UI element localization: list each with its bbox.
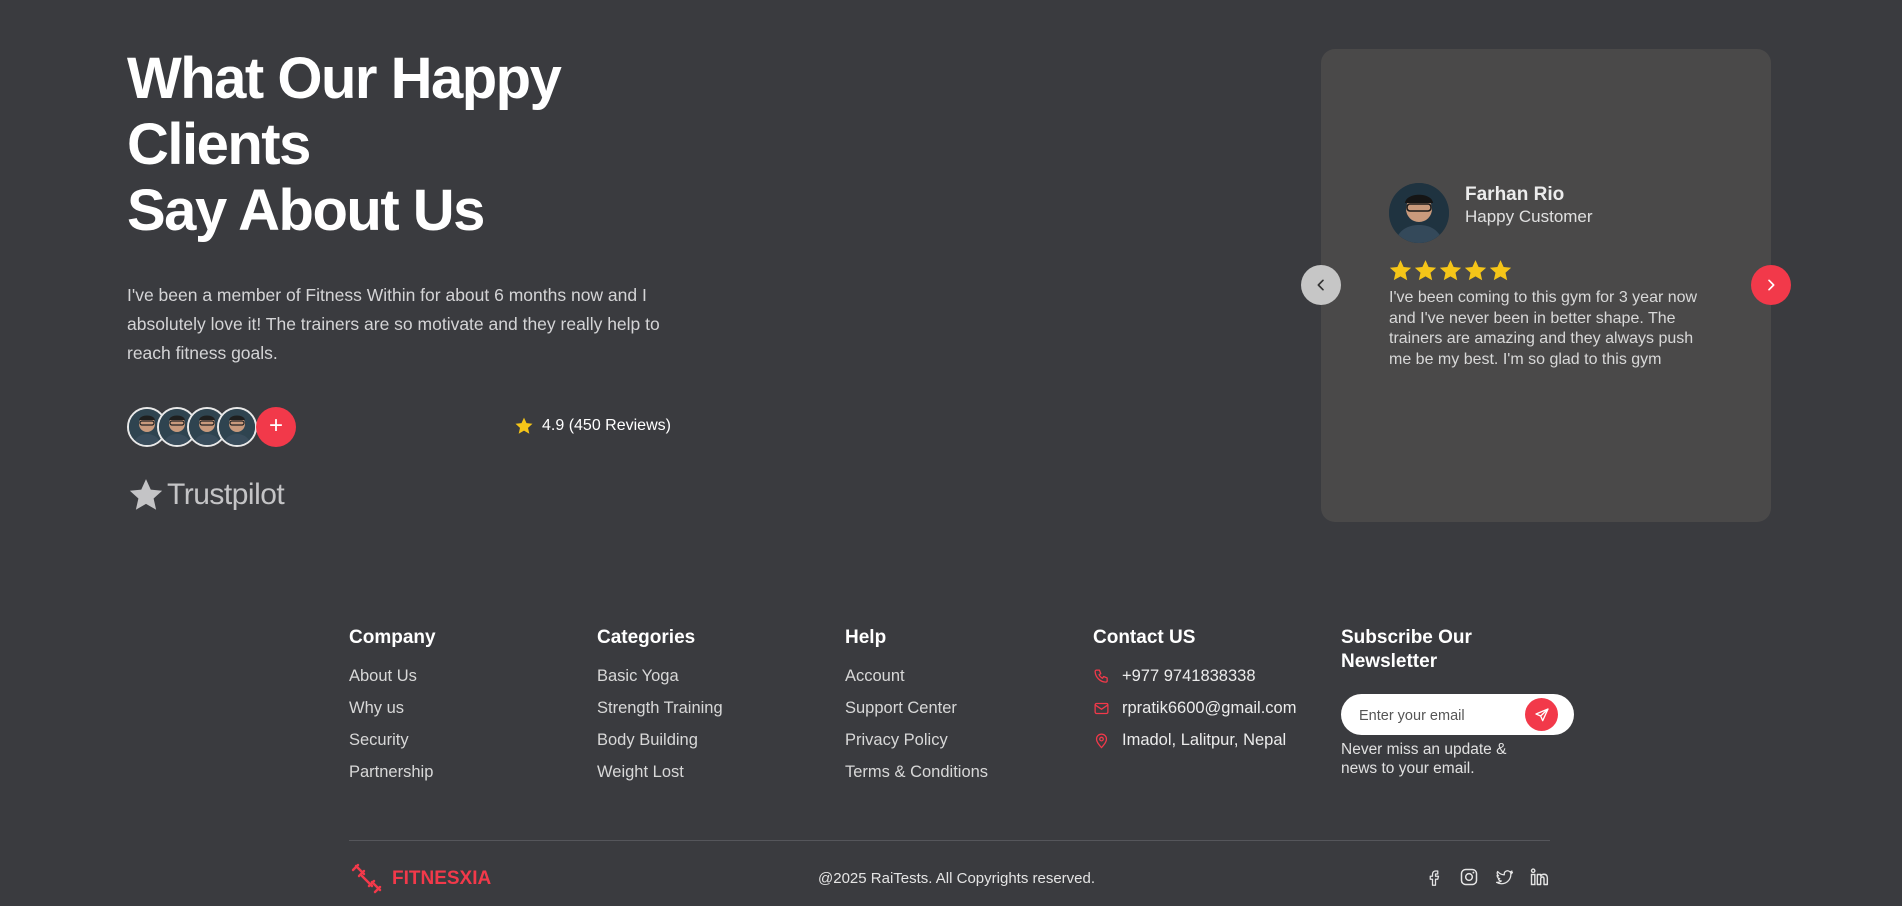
footer-link[interactable]: Privacy Policy <box>845 724 988 756</box>
send-icon <box>1534 707 1549 721</box>
help-links: Account Support Center Privacy Policy Te… <box>845 660 988 788</box>
trustpilot-label: Trustpilot <box>167 478 285 511</box>
star-icon <box>1414 260 1437 281</box>
email-address: rpratik6600@gmail.com <box>1122 699 1297 717</box>
section-title: What Our Happy Clients Say About Us <box>127 46 727 244</box>
phone-number: +977 9741838338 <box>1122 667 1256 685</box>
testimonial-card <box>1321 49 1771 522</box>
categories-links: Basic Yoga Strength Training Body Buildi… <box>597 660 723 788</box>
newsletter-submit-button[interactable] <box>1525 698 1558 731</box>
testimonial-summary: I've been a member of Fitness Within for… <box>127 285 660 363</box>
customer-photo <box>1389 183 1449 243</box>
footer-link[interactable]: Security <box>349 724 436 756</box>
newsletter-note: Never miss an update & news to your emai… <box>1341 741 1507 777</box>
next-testimonial-button[interactable] <box>1751 265 1791 305</box>
linkedin-icon[interactable] <box>1528 866 1550 888</box>
copyright-text: @2025 RaiTests. All Copyrights reserved. <box>818 870 1096 887</box>
footer-link[interactable]: Why us <box>349 692 436 724</box>
instagram-icon[interactable] <box>1458 866 1480 888</box>
dumbbell-logo-icon <box>351 863 382 894</box>
location-pin-icon <box>1095 733 1108 748</box>
footer-link[interactable]: Account <box>845 660 988 692</box>
company-heading: Company <box>349 627 436 648</box>
footer-help: Help Account Support Center Privacy Poli… <box>845 626 988 788</box>
contact-address[interactable]: Imadol, Lalitpur, Nepal <box>1093 724 1296 756</box>
company-links: About Us Why us Security Partnership <box>349 660 436 788</box>
star-icon <box>1464 260 1487 281</box>
title-line-2: Clients <box>127 112 311 177</box>
star-icon <box>1389 260 1412 281</box>
chevron-right-icon <box>1768 279 1775 291</box>
trustpilot-logo: Trustpilot <box>127 476 285 514</box>
footer-link[interactable]: Partnership <box>349 756 436 788</box>
newsletter-form <box>1341 694 1574 737</box>
footer-link[interactable]: Terms & Conditions <box>845 756 988 788</box>
star-rating <box>1388 258 1513 283</box>
brand-logo[interactable]: FITNESXIA <box>350 862 491 896</box>
star-icon <box>515 417 533 434</box>
footer-link[interactable]: About Us <box>349 660 436 692</box>
footer-categories: Categories Basic Yoga Strength Training … <box>597 626 723 788</box>
mail-icon <box>1094 702 1109 714</box>
title-line-1: What Our Happy <box>127 46 562 111</box>
footer-divider <box>349 840 1550 841</box>
star-icon <box>1439 260 1462 281</box>
more-clients-button[interactable]: + <box>256 407 296 447</box>
footer-link[interactable]: Weight Lost <box>597 756 723 788</box>
categories-heading: Categories <box>597 627 696 648</box>
footer-link[interactable]: Strength Training <box>597 692 723 724</box>
footer-contact: Contact US +977 9741838338 rpratik6600@g… <box>1093 626 1296 756</box>
footer-link[interactable]: Body Building <box>597 724 723 756</box>
customer-role: Happy Customer <box>1465 207 1593 226</box>
contact-phone[interactable]: +977 9741838338 <box>1093 660 1296 692</box>
address-text: Imadol, Lalitpur, Nepal <box>1122 731 1287 749</box>
facebook-icon[interactable] <box>1423 866 1445 888</box>
help-heading: Help <box>845 627 887 648</box>
rating-text: 4.9 (450 Reviews) <box>542 417 671 434</box>
footer-link[interactable]: Basic Yoga <box>597 660 723 692</box>
trustpilot-star-icon <box>129 479 163 510</box>
avatar <box>217 407 257 447</box>
footer-company: Company About Us Why us Security Partner… <box>349 626 436 788</box>
rating-summary: 4.9 (450 Reviews) <box>514 416 671 436</box>
footer-link[interactable]: Support Center <box>845 692 988 724</box>
contact-details: +977 9741838338 rpratik6600@gmail.com Im… <box>1093 660 1296 756</box>
contact-heading: Contact US <box>1093 627 1196 648</box>
contact-email[interactable]: rpratik6600@gmail.com <box>1093 692 1296 724</box>
star-icon <box>1489 260 1512 281</box>
review-text: I've been coming to this gym for 3 year … <box>1389 289 1698 368</box>
previous-testimonial-button[interactable] <box>1301 265 1341 305</box>
chevron-left-icon <box>1317 279 1324 291</box>
phone-icon <box>1094 668 1108 683</box>
brand-name: FITNESXIA <box>392 868 492 889</box>
newsletter-heading: Subscribe Our Newsletter <box>1341 627 1472 672</box>
title-line-3: Say About Us <box>127 178 485 243</box>
newsletter-email-input[interactable] <box>1357 694 1521 737</box>
customer-name: Farhan Rio <box>1465 184 1565 205</box>
twitter-icon[interactable] <box>1493 866 1515 888</box>
